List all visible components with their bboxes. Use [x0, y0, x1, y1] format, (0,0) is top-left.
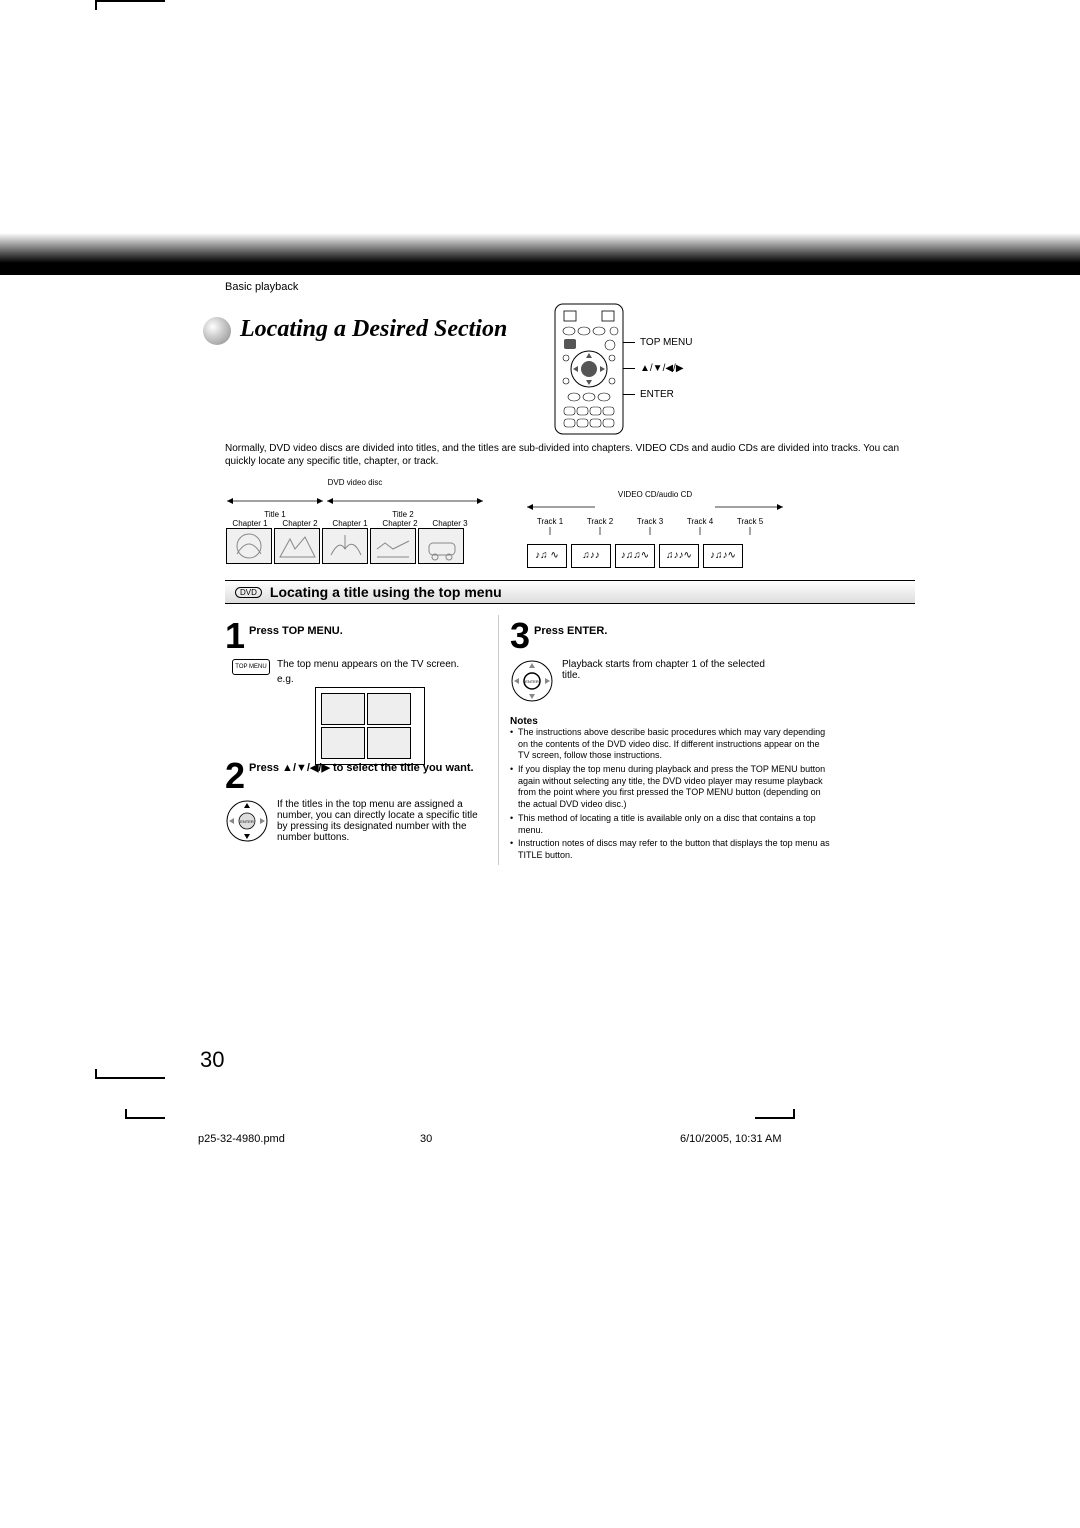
column-divider [498, 615, 499, 865]
crop-mark [125, 1109, 127, 1119]
chapter-thumb-icon [274, 528, 320, 564]
svg-text:ENTER: ENTER [240, 819, 254, 824]
remote-arrows-label: ▲/▼/◀/▶ [640, 363, 684, 374]
footer-page: 30 [420, 1133, 432, 1145]
title-thumb-icon [321, 693, 365, 725]
tv-screen-example [315, 687, 425, 765]
crop-mark [125, 1117, 165, 1119]
track-thumb-icon: ♪♫♪∿ [703, 544, 743, 568]
intro-text: Normally, DVD video discs are divided in… [225, 442, 910, 468]
dvd-diagram-label: DVD video disc [225, 478, 485, 487]
header-gradient [0, 233, 1080, 263]
chapter-thumb-icon [322, 528, 368, 564]
leader-line [623, 342, 635, 343]
enter-pad-icon: ENTER [225, 799, 269, 843]
leader-line [623, 368, 635, 369]
step-2: 2 Press ▲/▼/◀/▶ to select the title you … [225, 755, 485, 848]
page-title: Locating a Desired Section [240, 316, 507, 343]
remote-illustration [554, 303, 624, 435]
chapter-label: Chapter 2 [275, 519, 325, 528]
header-bar [0, 263, 1080, 275]
chapter-label: Chapter 2 [375, 519, 425, 528]
title2-label: Title 2 [325, 510, 481, 519]
section-header-text: Locating a title using the top menu [270, 584, 502, 600]
track-thumb-icon: ♪♫♫∿ [615, 544, 655, 568]
remote-enter-label: ENTER [640, 389, 674, 400]
title1-label: Title 1 [225, 510, 325, 519]
chapter-thumb-icon [370, 528, 416, 564]
note-item: If you display the top menu during playb… [510, 764, 830, 811]
top-menu-button-icon: TOP MENU [232, 659, 270, 675]
remote-top-menu-label: TOP MENU [640, 337, 692, 348]
footer-date: 6/10/2005, 10:31 AM [680, 1133, 782, 1145]
chapter-thumb-icon [226, 528, 272, 564]
note-item: The instructions above describe basic pr… [510, 727, 830, 762]
track-thumb-icon: ♫♪♪∿ [659, 544, 699, 568]
chapter-label: Chapter 1 [225, 519, 275, 528]
notes-section: Notes The instructions above describe ba… [510, 716, 830, 864]
section-label: Basic playback [225, 281, 298, 293]
footer-filename: p25-32-4980.pmd [198, 1133, 285, 1145]
step-1: 1 Press TOP MENU. TOP MENU The top menu … [225, 615, 485, 765]
dvd-disc-diagram: DVD video disc Title 1 Title 2 Chapter 1… [225, 478, 485, 564]
leader-line [623, 394, 635, 395]
step-number: 2 [225, 755, 245, 797]
step-title: Press TOP MENU. [249, 625, 343, 637]
crop-mark [755, 1117, 795, 1119]
step-title: Press ▲/▼/◀/▶ to select the title you wa… [249, 761, 474, 774]
track-thumb-icon: ♫♪♪ [571, 544, 611, 568]
crop-mark [95, 0, 165, 2]
track-label: Track 1 [525, 517, 575, 526]
title-bullet-icon [203, 317, 231, 345]
track-label: Track 5 [725, 517, 775, 526]
chapter-thumb-icon [418, 528, 464, 564]
step-body: If the titles in the top menu are assign… [277, 799, 485, 843]
page-number: 30 [200, 1047, 224, 1073]
crop-mark [95, 1077, 165, 1079]
eg-label: e.g. [277, 674, 485, 685]
step-body: Playback starts from chapter 1 of the se… [562, 659, 770, 681]
section-header: DVD Locating a title using the top menu [225, 580, 915, 604]
step-title: Press ENTER. [534, 625, 607, 637]
chapter-label: Chapter 1 [325, 519, 375, 528]
title-thumb-icon [367, 693, 411, 725]
note-item: Instruction notes of discs may refer to … [510, 838, 830, 861]
cd-diagram: VIDEO CD/audio CD Track 1 Track 2 Track … [525, 490, 785, 568]
step-number: 1 [225, 615, 245, 657]
step-number: 3 [510, 615, 530, 657]
cd-diagram-label: VIDEO CD/audio CD [525, 490, 785, 499]
step-3: 3 Press ENTER. ENTER Playback starts fro… [510, 615, 770, 708]
track-thumb-icon: ♪♫ ∿ [527, 544, 567, 568]
crop-mark [95, 0, 97, 10]
chapter-label: Chapter 3 [425, 519, 475, 528]
track-label: Track 4 [675, 517, 725, 526]
crop-mark [95, 1069, 97, 1079]
track-label: Track 3 [625, 517, 675, 526]
crop-mark [793, 1109, 795, 1119]
notes-heading: Notes [510, 716, 830, 727]
dvd-badge-icon: DVD [235, 587, 262, 598]
enter-pad-icon: ENTER [510, 659, 554, 703]
note-item: This method of locating a title is avail… [510, 813, 830, 836]
svg-text:ENTER: ENTER [525, 679, 539, 684]
step-body: The top menu appears on the TV screen. [277, 659, 485, 670]
track-label: Track 2 [575, 517, 625, 526]
